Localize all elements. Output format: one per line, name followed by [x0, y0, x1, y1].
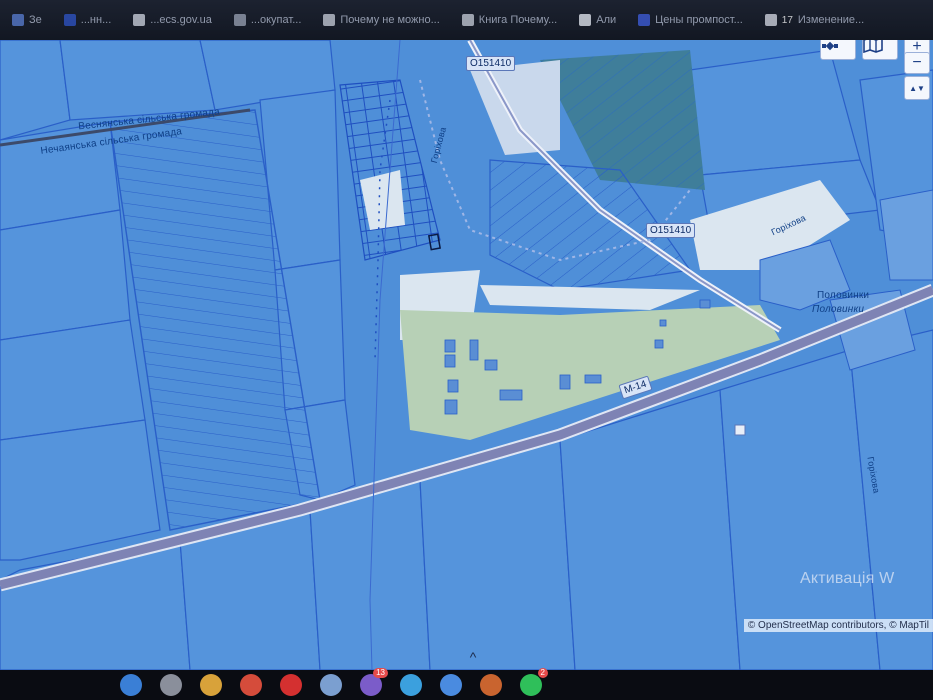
count-icon [764, 14, 777, 26]
map-canvas[interactable]: Веснянська сільська громада Нечаянська с… [0, 40, 933, 670]
browser-tab-bar: Зе ...нн... ...ecs.gov.ua ...окупат... Почем… [0, 0, 933, 40]
app-icon [638, 14, 651, 26]
doc-icon [323, 14, 336, 26]
browser-tab[interactable]: Зе [4, 7, 50, 33]
map-attribution[interactable]: © OpenStreetMap contributors, © MapTil [743, 619, 933, 632]
browser-tab[interactable]: ...ecs.gov.ua [125, 7, 220, 33]
chrome-2-icon[interactable] [440, 674, 462, 696]
road-badge-o151410-north[interactable]: O151410 [466, 56, 516, 71]
browser-tab[interactable]: ...окупат... [226, 7, 310, 33]
notification-badge: 2 [537, 668, 548, 678]
w-icon [133, 14, 146, 26]
rocket-icon[interactable] [480, 674, 502, 696]
layers-button[interactable] [862, 40, 898, 60]
label-village-1: Половинки [817, 290, 870, 301]
telegram-icon[interactable] [400, 674, 422, 696]
tab-label: Али [596, 14, 617, 26]
launchpad-icon[interactable] [160, 674, 182, 696]
finder-icon[interactable] [120, 674, 142, 696]
browser-tab[interactable]: Цены промпост... [630, 7, 751, 33]
drive-icon [579, 14, 592, 26]
chrome-icon[interactable] [240, 674, 262, 696]
app-icon [12, 14, 24, 26]
tab-label: Почему не можно... [340, 14, 440, 26]
label-village-2: Половинки [812, 304, 865, 315]
tab-icon [63, 14, 76, 26]
tab-label: ...ecs.gov.ua [150, 14, 212, 26]
notification-badge: 13 [373, 668, 388, 678]
zoom-out-button[interactable]: − [904, 52, 930, 74]
folder-icon[interactable] [320, 674, 342, 696]
tab-label: Изменение... [797, 14, 865, 26]
satellite-button[interactable] [820, 40, 856, 60]
tab-badge: 17 [781, 14, 793, 26]
watermark-text: Активація W [800, 570, 895, 587]
expand-chevron[interactable]: ^ [458, 646, 488, 668]
browser-tab[interactable]: Почему не можно... [315, 7, 447, 33]
compass-icon: ▲▼ [909, 83, 925, 93]
tab-label: ...окупат... [250, 14, 302, 26]
whatsapp-icon[interactable]: 2 [520, 668, 548, 696]
safari-icon[interactable] [200, 674, 222, 696]
browser-tab[interactable]: 17 Изменение... [757, 7, 872, 33]
opera-icon[interactable] [280, 674, 302, 696]
tab-label: Цены промпост... [655, 14, 743, 26]
viber-icon[interactable]: 13 [360, 668, 388, 696]
gear-icon [233, 14, 246, 26]
road-badge-o151410-east[interactable]: O151410 [646, 223, 696, 238]
tab-label: Книга Почему... [478, 14, 558, 26]
browser-tab[interactable]: Али [571, 7, 624, 33]
compass-button[interactable]: ▲▼ [904, 76, 930, 100]
tab-label: ...нн... [80, 14, 112, 26]
browser-tab[interactable]: Книга Почему... [454, 7, 565, 33]
taskbar: 13 2 [0, 668, 933, 700]
doc-icon [461, 14, 474, 26]
tab-label: Зе [29, 14, 42, 26]
browser-tab[interactable]: ...нн... [56, 7, 120, 33]
